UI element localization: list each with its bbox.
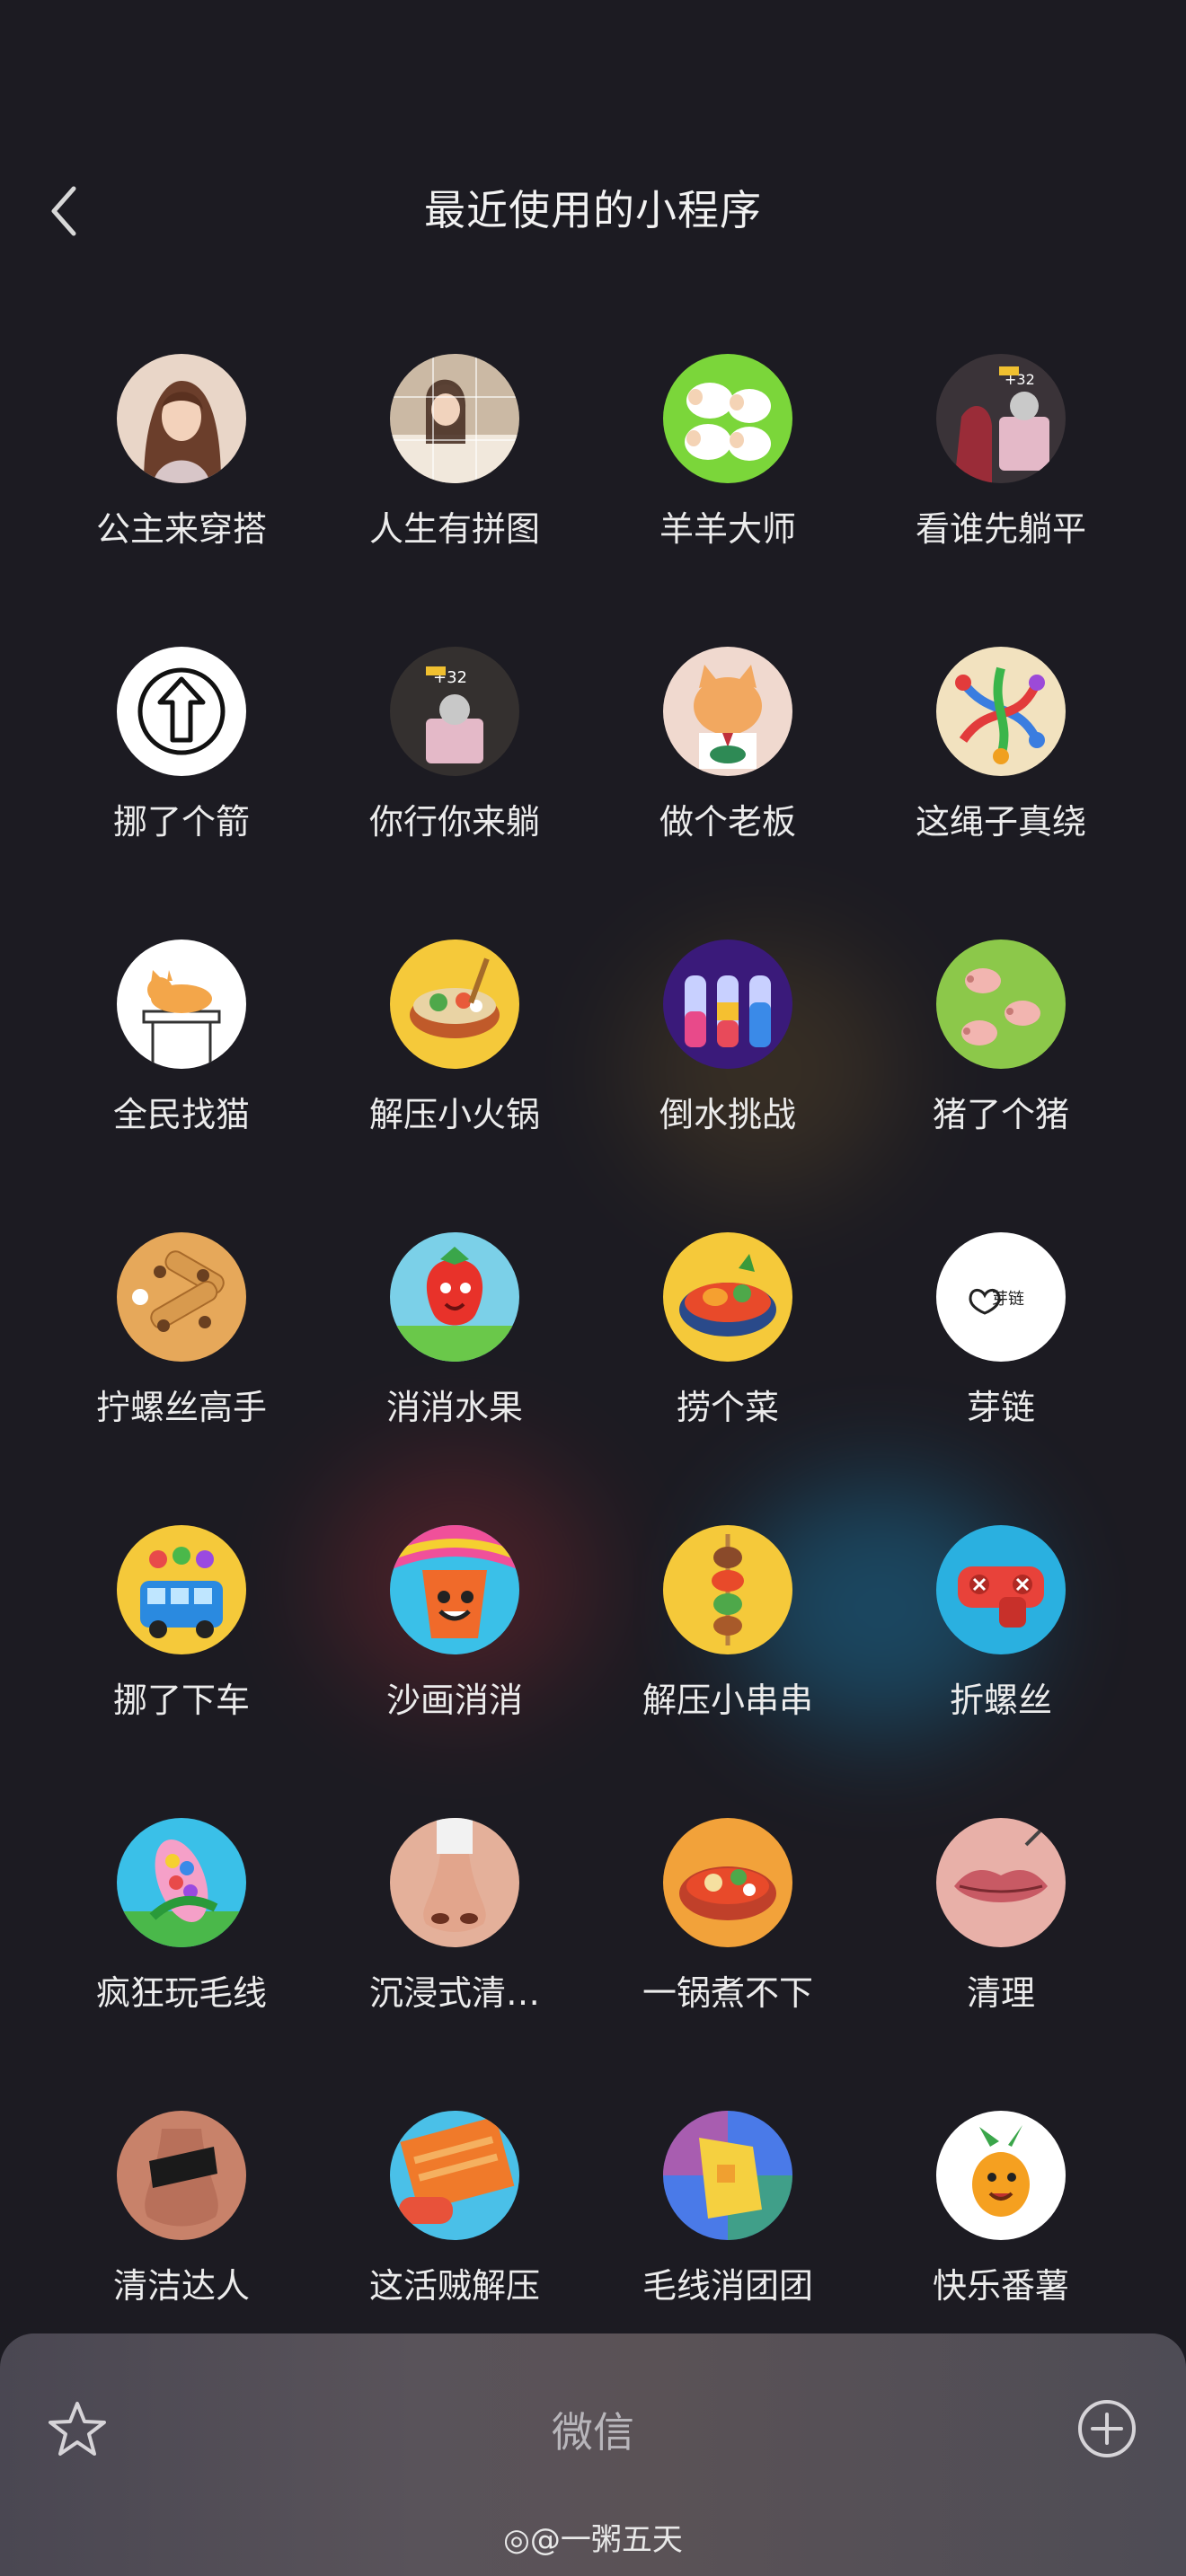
cat-boss-icon	[663, 647, 792, 776]
mini-program-item[interactable]: 捞个菜	[591, 1224, 864, 1517]
knit-roller-icon	[390, 2111, 519, 2240]
mini-program-item[interactable]: +32 你行你来躺	[318, 639, 591, 931]
mini-program-label: 解压小串串	[642, 1681, 813, 1720]
mini-program-label: 猪了个猪	[932, 1095, 1069, 1134]
mini-program-label: 做个老板	[659, 802, 796, 842]
pot-dish-icon	[663, 1232, 792, 1362]
mini-program-item[interactable]: 这绳子真绕	[864, 639, 1137, 931]
mini-program-item[interactable]: 一锅煮不下	[591, 1810, 864, 2103]
mini-program-item[interactable]: 羊羊大师	[591, 346, 864, 639]
mini-program-item[interactable]: 芽链 芽链	[864, 1224, 1137, 1517]
pixel-yarn-icon	[663, 2111, 792, 2240]
mini-program-grid: 公主来穿搭 人生有拼图 羊羊大师 +32 看谁先躺平 挪了个箭 +32 你行你来…	[0, 346, 1186, 2395]
water-bottles-icon	[663, 940, 792, 1069]
mini-program-item[interactable]: 折螺丝	[864, 1517, 1137, 1810]
mini-program-item[interactable]: 挪了个箭	[45, 639, 318, 931]
sheep-master-icon	[663, 354, 792, 483]
mini-program-item[interactable]: 全民找猫	[45, 931, 318, 1224]
grid-row: 疯狂玩毛线 沉浸式清… 一锅煮不下 清理	[0, 1810, 1186, 2103]
watermark-text: @一粥五天	[529, 2522, 683, 2558]
mini-program-label: 全民找猫	[112, 1095, 250, 1134]
pigs-icon	[936, 940, 1066, 1069]
hotpot-icon	[390, 940, 519, 1069]
grid-row: 公主来穿搭 人生有拼图 羊羊大师 +32 看谁先躺平	[0, 346, 1186, 639]
mini-program-label: 拧螺丝高手	[95, 1388, 267, 1427]
mini-program-label: 折螺丝	[949, 1681, 1052, 1720]
mini-program-label: 清理	[966, 1973, 1035, 2013]
mini-program-label: 芽链	[966, 1388, 1035, 1427]
mini-program-label: 公主来穿搭	[95, 509, 267, 549]
mini-program-item[interactable]: 解压小火锅	[318, 931, 591, 1224]
rope-icon	[936, 647, 1066, 776]
mini-program-item[interactable]: 倒水挑战	[591, 931, 864, 1224]
grid-row: 挪了个箭 +32 你行你来躺 做个老板 这绳子真绕	[0, 639, 1186, 931]
mini-program-item[interactable]: 沙画消消	[318, 1517, 591, 1810]
arrow-icon	[117, 647, 246, 776]
page-title: 最近使用的小程序	[424, 186, 762, 234]
mini-program-label: 快乐番薯	[932, 2266, 1069, 2306]
strawberry-icon	[390, 1232, 519, 1362]
mini-program-label: 捞个菜	[676, 1388, 779, 1427]
life-puzzle-icon	[390, 354, 519, 483]
sprout-chain-logo-icon: 芽链	[936, 1232, 1066, 1362]
mini-program-label: 看谁先躺平	[915, 509, 1086, 549]
page-header: 最近使用的小程序	[0, 162, 1186, 260]
grid-row: 挪了下车 沙画消消 解压小串串 折螺丝	[0, 1517, 1186, 1810]
mini-program-label: 这活贼解压	[368, 2266, 540, 2306]
mini-program-label: 沙画消消	[385, 1681, 523, 1720]
princess-dress-icon	[117, 354, 246, 483]
dock-title[interactable]: 微信	[0, 2405, 1186, 2459]
mini-program-label: 解压小火锅	[368, 1095, 540, 1134]
mini-program-label: 这绳子真绕	[915, 802, 1086, 842]
nose-strip-icon	[117, 2111, 246, 2240]
mini-program-label: 挪了下车	[112, 1681, 250, 1720]
screw-board-icon	[117, 1232, 246, 1362]
red-screw-icon	[936, 1525, 1066, 1654]
mini-program-item[interactable]: +32 看谁先躺平	[864, 346, 1137, 639]
mini-program-label: 沉浸式清…	[368, 1973, 540, 2013]
mini-program-item[interactable]: 人生有拼图	[318, 346, 591, 639]
mini-program-label: 倒水挑战	[659, 1095, 796, 1134]
yarn-corn-icon	[117, 1818, 246, 1947]
mini-program-item[interactable]: 猪了个猪	[864, 931, 1137, 1224]
mini-program-item[interactable]: 沉浸式清…	[318, 1810, 591, 2103]
big-pot-icon	[663, 1818, 792, 1947]
mini-program-item[interactable]: 疯狂玩毛线	[45, 1810, 318, 2103]
you-lie-icon: +32	[390, 647, 519, 776]
nose-clean-icon	[390, 1818, 519, 1947]
skewer-icon	[663, 1525, 792, 1654]
bus-icon	[117, 1525, 246, 1654]
svg-text:芽链: 芽链	[992, 1290, 1024, 1309]
mini-program-label: 消消水果	[385, 1388, 523, 1427]
mini-program-label: 清洁达人	[112, 2266, 250, 2306]
mini-program-item[interactable]: 清理	[864, 1810, 1137, 2103]
mini-program-item[interactable]: 挪了下车	[45, 1517, 318, 1810]
mini-program-item[interactable]: 消消水果	[318, 1224, 591, 1517]
mini-program-label: 毛线消团团	[642, 2266, 813, 2306]
grid-row: 拧螺丝高手 消消水果 捞个菜 芽链 芽链	[0, 1224, 1186, 1517]
watermark: ◎@一粥五天	[0, 2519, 1186, 2561]
mini-program-label: 人生有拼图	[368, 509, 540, 549]
mini-program-label: 挪了个箭	[112, 802, 250, 842]
mini-program-label: 羊羊大师	[659, 509, 796, 549]
mini-program-item[interactable]: 公主来穿搭	[45, 346, 318, 639]
mini-program-label: 疯狂玩毛线	[95, 1973, 267, 2013]
plus-circle-icon	[1078, 2400, 1136, 2457]
find-cat-icon	[117, 940, 246, 1069]
mini-program-item[interactable]: 拧螺丝高手	[45, 1224, 318, 1517]
sand-cup-icon	[390, 1525, 519, 1654]
mini-program-label: 你行你来躺	[368, 802, 540, 842]
mini-program-item[interactable]: 做个老板	[591, 639, 864, 931]
add-button[interactable]	[1075, 2396, 1139, 2461]
mini-program-label: 一锅煮不下	[642, 1973, 813, 2013]
weibo-icon: ◎	[503, 2522, 530, 2558]
grid-row: 全民找猫 解压小火锅 倒水挑战 猪了个猪	[0, 931, 1186, 1224]
who-lies-flat-icon: +32	[936, 354, 1066, 483]
lips-icon	[936, 1818, 1066, 1947]
happy-potato-icon	[936, 2111, 1066, 2240]
mini-program-item[interactable]: 解压小串串	[591, 1517, 864, 1810]
